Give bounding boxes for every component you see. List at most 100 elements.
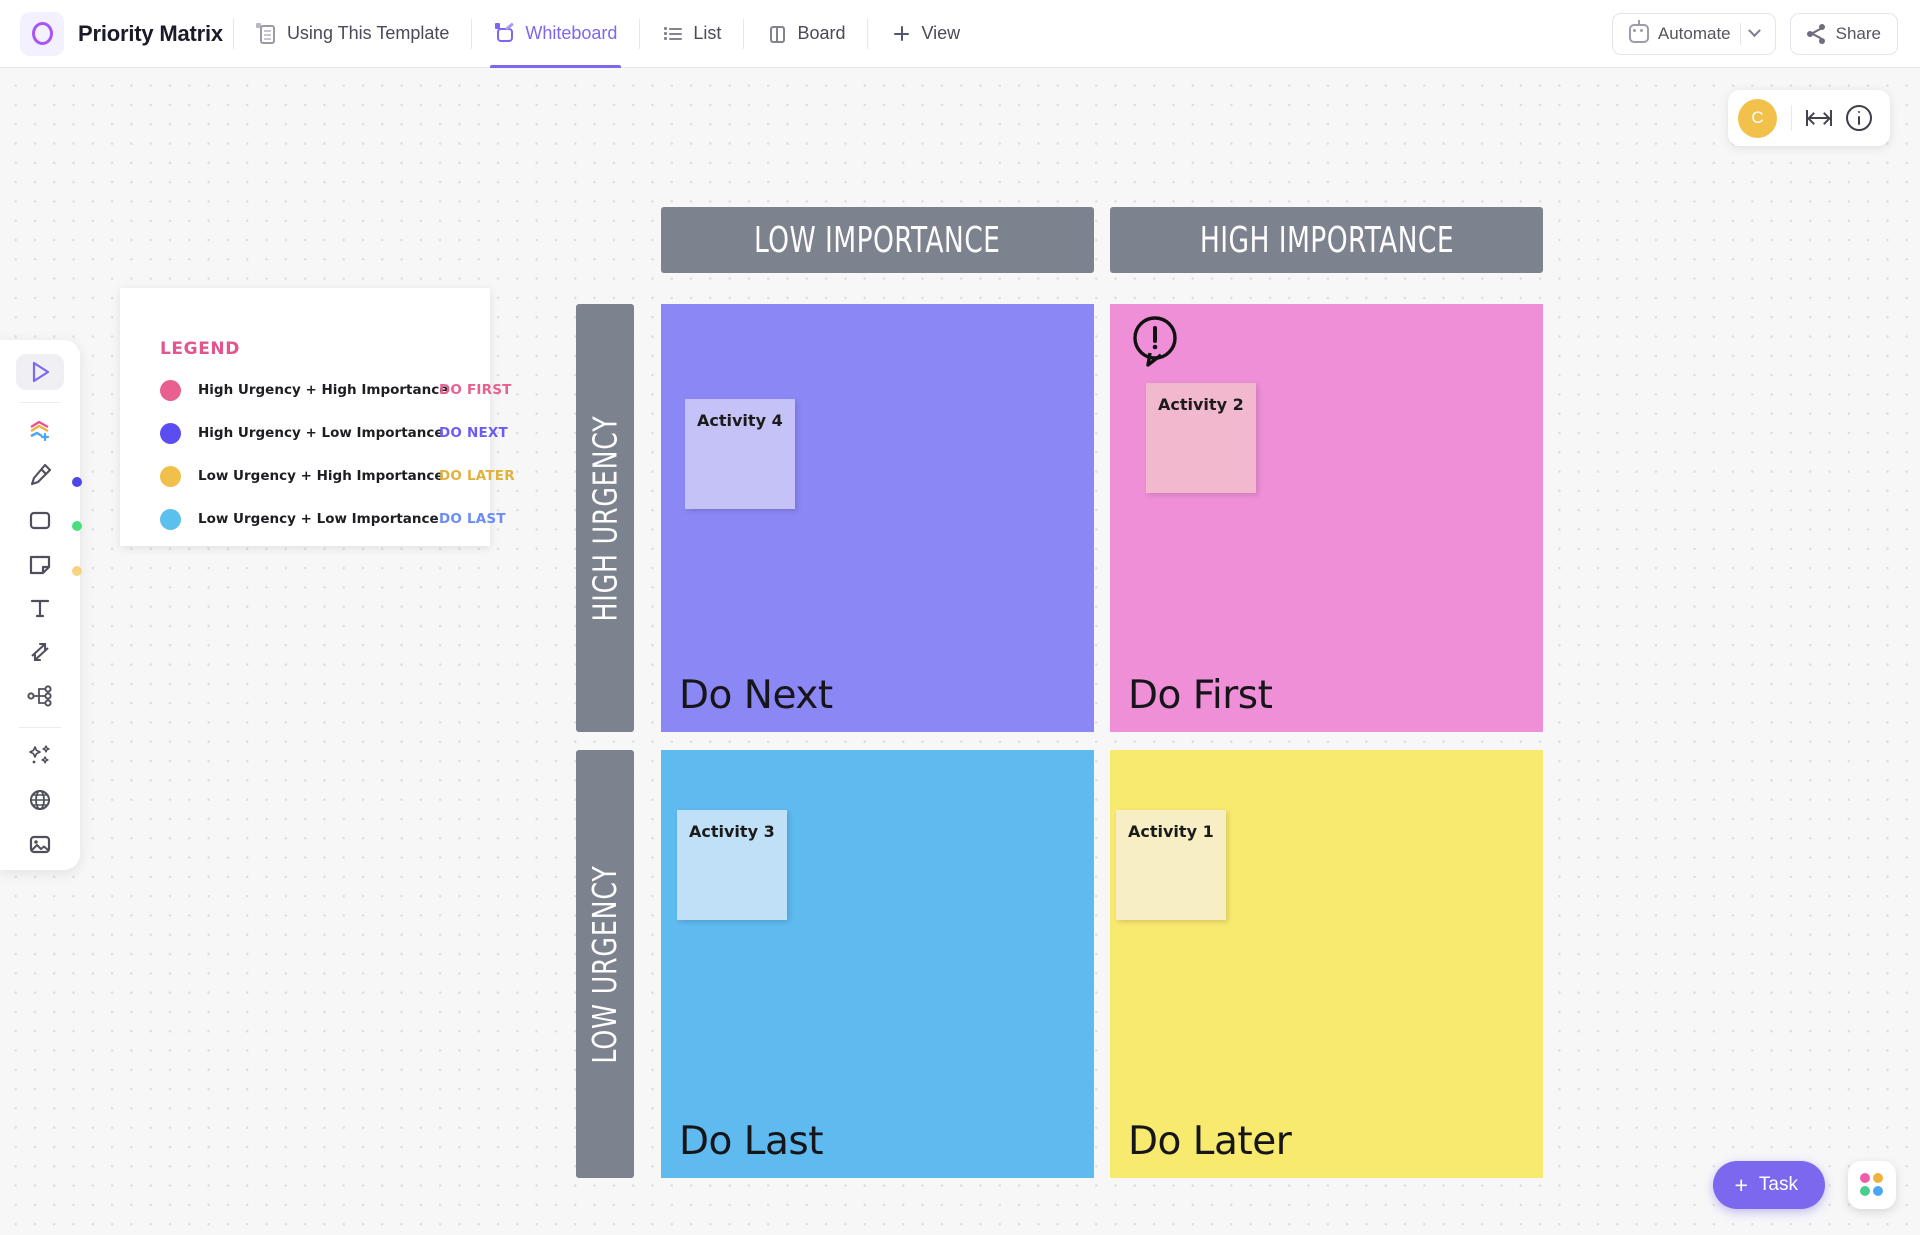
info-icon[interactable] xyxy=(1846,105,1872,131)
tab-label: View xyxy=(921,23,961,43)
divider xyxy=(867,18,869,49)
tab-list[interactable]: List xyxy=(650,0,733,68)
legend-title: LEGEND xyxy=(160,339,240,359)
legend-row: Low Urgency + High Importance DO LATER xyxy=(160,464,515,488)
legend-row-tag: DO LAST xyxy=(439,511,506,527)
add-shape-icon xyxy=(30,420,50,442)
connector-arrows-icon xyxy=(31,643,49,662)
divider xyxy=(232,18,234,49)
legend-row-label: High Urgency + Low Importance xyxy=(198,425,444,441)
apps-button[interactable] xyxy=(1848,1161,1896,1209)
legend-row-label: High Urgency + High Importance xyxy=(198,382,449,398)
sticky-note-activity-4[interactable]: Activity 4 xyxy=(685,399,795,509)
doc-icon xyxy=(255,22,278,45)
legend-row-label: Low Urgency + High Importance xyxy=(198,468,444,484)
quadrant-label: Do Last xyxy=(679,1119,824,1164)
image-icon xyxy=(29,835,51,853)
sticky-note-label: Activity 4 xyxy=(697,411,783,430)
quadrant-label: Do Later xyxy=(1128,1119,1292,1164)
divider xyxy=(1739,22,1741,45)
quadrant-do-first[interactable]: Activity 2 Do First xyxy=(1110,304,1543,732)
tool-rail xyxy=(0,340,82,870)
mindmap-tool[interactable] xyxy=(16,678,64,714)
plus-icon xyxy=(890,23,912,45)
column-header-high-importance: HIGH IMPORTANCE xyxy=(1110,207,1543,273)
sticky-note-activity-3[interactable]: Activity 3 xyxy=(677,810,787,920)
board-icon xyxy=(766,23,788,45)
shape-color-dot[interactable] xyxy=(72,521,82,532)
tab-using-this-template[interactable]: Using This Template xyxy=(244,0,461,68)
quadrant-label: Do Next xyxy=(679,673,833,718)
quadrant-do-last[interactable]: Activity 3 Do Last xyxy=(661,750,1094,1178)
automate-button[interactable]: Automate xyxy=(1611,12,1776,55)
whiteboard-canvas[interactable]: C LEGEND High Urgency + High Importance … xyxy=(0,68,1920,1235)
square-icon xyxy=(29,511,51,529)
alert-speech-bubble-icon xyxy=(1133,316,1177,367)
text-t-icon xyxy=(30,599,50,618)
row-header-high-urgency: HIGH URGENCY xyxy=(576,304,634,732)
sticky-note-tool[interactable] xyxy=(16,546,82,582)
legend-row: Low Urgency + Low Importance DO LAST xyxy=(160,507,506,531)
legend-row-tag: DO LATER xyxy=(439,468,515,484)
shapes-tool[interactable] xyxy=(16,413,64,449)
tab-label: Using This Template xyxy=(286,23,450,43)
top-bar: Priority Matrix Using This Template Whit… xyxy=(0,0,1920,68)
apps-grid-icon xyxy=(1859,1172,1885,1198)
column-header-low-importance: LOW IMPORTANCE xyxy=(661,207,1094,273)
pen-tool[interactable] xyxy=(16,457,82,493)
quadrant-do-later[interactable]: Activity 1 Do Later xyxy=(1110,750,1543,1178)
chevron-down-icon[interactable] xyxy=(1747,24,1761,38)
embed-tool[interactable] xyxy=(16,781,64,817)
globe-icon xyxy=(30,789,50,810)
select-tool[interactable] xyxy=(16,354,64,391)
robot-icon xyxy=(1628,20,1649,43)
quadrant-label: Do First xyxy=(1128,673,1273,718)
text-tool[interactable] xyxy=(16,590,64,626)
legend-card: LEGEND High Urgency + High Importance DO… xyxy=(120,288,515,546)
pen-color-dot[interactable] xyxy=(72,477,82,488)
sticky-note-label: Activity 1 xyxy=(1128,822,1214,841)
page-title: Priority Matrix xyxy=(78,20,223,46)
note-color-dot[interactable] xyxy=(72,565,82,576)
legend-color-dot xyxy=(160,422,181,444)
fit-to-screen-icon[interactable] xyxy=(1806,108,1832,128)
add-task-button[interactable]: + Task xyxy=(1713,1161,1825,1209)
automate-label: Automate xyxy=(1657,23,1731,43)
add-task-label: Task xyxy=(1758,1174,1798,1195)
image-tool[interactable] xyxy=(16,826,64,862)
view-controls: C xyxy=(1728,90,1890,146)
plus-icon: + xyxy=(1734,1171,1748,1198)
list-icon xyxy=(662,23,684,45)
avatar[interactable]: C xyxy=(1738,98,1777,138)
sticky-note-activity-2[interactable]: Activity 2 xyxy=(1146,383,1256,493)
top-bar-actions: Automate Share xyxy=(1611,12,1898,55)
sticky-note-activity-1[interactable]: Activity 1 xyxy=(1116,810,1226,920)
tab-board[interactable]: Board xyxy=(754,0,857,68)
add-view-button[interactable]: View xyxy=(878,0,972,68)
whiteboard-icon xyxy=(494,21,516,45)
legend-row-label: Low Urgency + Low Importance xyxy=(198,511,439,527)
share-label: Share xyxy=(1835,23,1881,43)
connector-tool[interactable] xyxy=(16,634,64,670)
rectangle-tool[interactable] xyxy=(16,501,82,537)
divider xyxy=(639,18,641,49)
clickup-circle-logo-icon xyxy=(31,22,53,45)
highlighter-pen-icon xyxy=(30,464,52,486)
share-button[interactable]: Share xyxy=(1789,12,1898,55)
quadrant-do-next[interactable]: Activity 4 Do Next xyxy=(661,304,1094,732)
divider xyxy=(471,18,473,49)
cursor-icon xyxy=(32,362,50,383)
tab-whiteboard[interactable]: Whiteboard xyxy=(482,0,629,68)
legend-row-tag: DO NEXT xyxy=(439,425,508,441)
legend-row: High Urgency + Low Importance DO NEXT xyxy=(160,421,508,445)
tab-label: List xyxy=(693,23,722,43)
ai-tool[interactable] xyxy=(16,737,64,773)
app-logo[interactable] xyxy=(20,11,64,56)
divider xyxy=(19,402,61,403)
legend-color-dot xyxy=(160,379,181,401)
magic-wand-icon xyxy=(29,745,50,764)
legend-color-dot xyxy=(160,508,181,530)
sticky-note-icon xyxy=(29,555,51,574)
legend-row-tag: DO FIRST xyxy=(439,382,512,398)
tab-label: Board xyxy=(797,23,846,43)
